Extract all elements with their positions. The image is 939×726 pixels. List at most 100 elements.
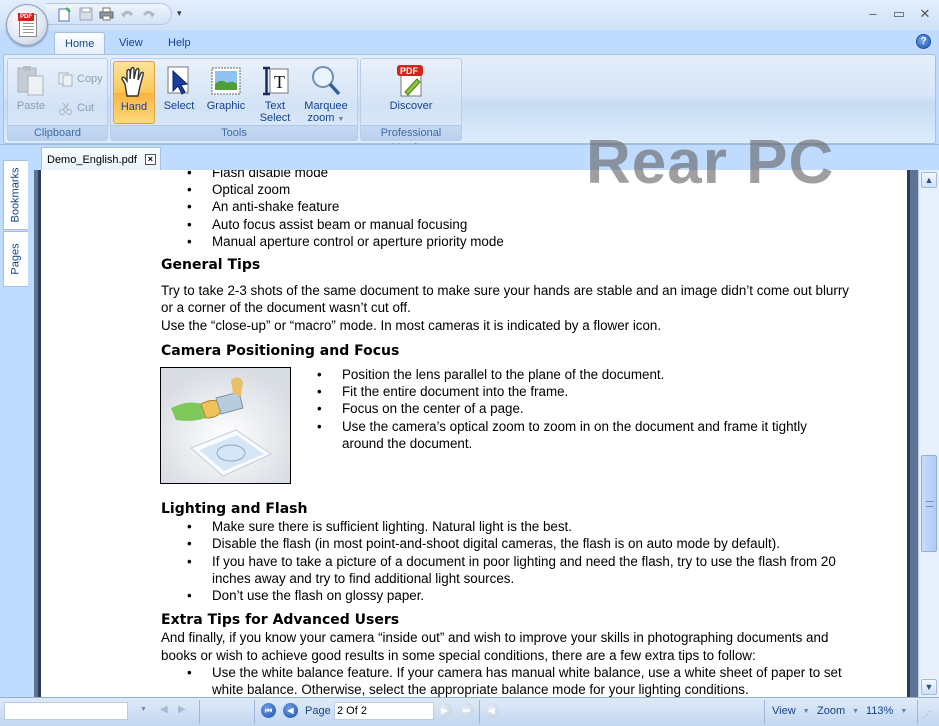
pdf-document-icon: PDF <box>18 13 37 37</box>
status-combo-input[interactable] <box>4 702 128 720</box>
help-icon[interactable]: ? <box>916 34 931 49</box>
paragraph: Use the “close-up” or “macro” mode. In m… <box>161 317 662 333</box>
back-button[interactable]: ◀ <box>484 703 499 718</box>
scissors-icon <box>59 102 72 115</box>
hand-tool-button[interactable]: Hand <box>113 61 155 124</box>
camera-section: Position the lens parallel to the plane … <box>160 366 861 501</box>
print-icon[interactable] <box>98 6 115 22</box>
paragraph: Try to take 2-3 shots of the same docume… <box>161 283 849 316</box>
paste-button[interactable]: Paste <box>11 61 51 124</box>
section-heading: Lighting and Flash <box>161 501 308 518</box>
image-icon <box>209 64 243 98</box>
document-tab-strip: Demo_English.pdf × <box>0 144 939 171</box>
page-label: Page <box>305 705 331 717</box>
maximize-button[interactable]: ▭ <box>891 6 907 22</box>
pdf-page: Flash disable mode Optical zoom An anti-… <box>38 170 910 697</box>
clipboard-group-label: Clipboard <box>8 125 107 140</box>
side-panel: Bookmarks Pages <box>0 160 34 697</box>
section-heading: Camera Positioning and Focus <box>161 342 400 359</box>
next-page-button[interactable]: ▶ <box>437 703 452 718</box>
cut-button[interactable]: Cut <box>58 98 94 118</box>
svg-text:PDF: PDF <box>400 66 419 76</box>
close-button[interactable]: ✕ <box>917 6 933 22</box>
chevron-down-icon: ▼ <box>852 707 860 715</box>
marquee-zoom-tool-button[interactable]: Marquee zoom ▼ <box>301 61 351 124</box>
copy-button[interactable]: Copy <box>58 69 103 89</box>
previous-page-button[interactable]: ◀ <box>283 703 298 718</box>
list-item: Flash disable mode <box>161 170 861 181</box>
magnifier-icon <box>309 64 343 98</box>
view-menu[interactable]: View ▼ <box>772 705 810 717</box>
zoom-level-dropdown[interactable]: 113% ▼ <box>866 705 907 717</box>
scroll-up-button[interactable]: ▲ <box>921 172 937 188</box>
customize-quick-access-icon[interactable]: ▾ <box>177 8 182 19</box>
chevron-down-icon: ▼ <box>802 707 810 715</box>
list-item: Use the white balance feature. If your c… <box>161 664 861 697</box>
list-item: Manual aperture control or aperture prio… <box>161 233 861 250</box>
professional-group-label: Professional Version <box>361 125 461 154</box>
list-item: Disable the flash (in most point-and-sho… <box>161 535 861 552</box>
ribbon: Paste Copy Cut Clipboard Hand Select Gra… <box>3 54 936 154</box>
camera-illustration <box>160 367 291 485</box>
redo-icon[interactable] <box>140 6 157 22</box>
tab-home[interactable]: Home <box>54 32 106 54</box>
zoom-menu[interactable]: Zoom ▼ <box>817 705 859 717</box>
arrow-cursor-icon <box>162 64 196 98</box>
tools-group-label: Tools <box>111 125 357 140</box>
grip-icon <box>926 500 933 507</box>
tab-bookmarks[interactable]: Bookmarks <box>3 160 28 230</box>
select-tool-button[interactable]: Select <box>159 61 199 124</box>
tab-help[interactable]: Help <box>158 32 201 54</box>
chevron-down-icon[interactable]: ▼ <box>140 706 147 713</box>
document-tab-label: Demo_English.pdf <box>47 153 137 166</box>
close-tab-icon[interactable]: × <box>144 154 156 165</box>
tab-pages[interactable]: Pages <box>3 231 28 287</box>
chevron-down-icon: ▼ <box>337 116 345 123</box>
new-document-icon[interactable] <box>56 6 73 22</box>
hand-holding-camera-icon <box>161 368 290 484</box>
first-page-button[interactable]: ⏮ <box>261 703 276 718</box>
pdf-edit-icon: PDF <box>394 64 428 98</box>
list-item: Don’t use the flash on glossy paper. <box>161 587 861 604</box>
list-item: Position the lens parallel to the plane … <box>291 366 851 383</box>
status-bar: ▼ ◀ ▶ ⏮ ◀ Page 2 Of 2 ▶ ⏭ ◀ View ▼ Zoom ▼ … <box>0 697 939 726</box>
text-cursor-icon: T <box>258 64 292 98</box>
tab-view[interactable]: View <box>109 32 153 54</box>
svg-text:T: T <box>274 72 285 92</box>
vertical-scrollbar[interactable]: ▲ ▼ <box>918 170 939 697</box>
title-bar: ▾ – ▭ ✕ <box>0 0 939 30</box>
document-viewer[interactable]: Flash disable mode Optical zoom An anti-… <box>34 170 918 697</box>
clipboard-group: Paste Copy Cut Clipboard <box>7 58 108 141</box>
paste-icon <box>14 64 48 98</box>
list-item: Focus on the center of a page. <box>291 400 851 417</box>
undo-icon[interactable] <box>119 6 136 22</box>
section-heading: Extra Tips for Advanced Users <box>161 612 400 629</box>
list-item: If you have to take a picture of a docum… <box>161 553 861 587</box>
section-heading: General Tips <box>161 257 261 274</box>
scroll-thumb[interactable] <box>921 455 937 552</box>
resize-grip-icon[interactable]: ⋰ <box>923 710 937 724</box>
hand-icon <box>117 65 151 99</box>
list-item: Use the camera’s optical zoom to zoom in… <box>291 418 851 452</box>
ribbon-tab-bar: Home View Help ? <box>0 30 939 54</box>
scroll-down-button[interactable]: ▼ <box>921 679 937 695</box>
minimize-button[interactable]: – <box>865 6 881 22</box>
text-select-tool-button[interactable]: T Text Select <box>255 61 295 124</box>
document-tab[interactable]: Demo_English.pdf × <box>41 147 161 171</box>
list-item: Fit the entire document into the frame. <box>291 383 851 400</box>
paragraph: And finally, if you know your camera “in… <box>161 630 829 663</box>
list-item: Optical zoom <box>161 181 861 198</box>
graphic-tool-button[interactable]: Graphic <box>203 61 249 124</box>
previous-arrow-icon[interactable]: ◀ <box>160 704 172 718</box>
last-page-button[interactable]: ⏭ <box>459 703 474 718</box>
save-icon[interactable] <box>77 6 94 22</box>
discover-button[interactable]: PDF Discover <box>381 61 441 124</box>
quick-access-toolbar <box>46 3 172 25</box>
list-item: An anti-shake feature <box>161 198 861 215</box>
page-number-input[interactable]: 2 Of 2 <box>334 702 434 720</box>
application-menu-button[interactable]: PDF <box>6 4 48 46</box>
page-content: Flash disable mode Optical zoom An anti-… <box>160 170 861 697</box>
next-arrow-icon[interactable]: ▶ <box>178 704 190 718</box>
list-item: Make sure there is sufficient lighting. … <box>161 518 861 535</box>
copy-icon <box>58 72 73 86</box>
